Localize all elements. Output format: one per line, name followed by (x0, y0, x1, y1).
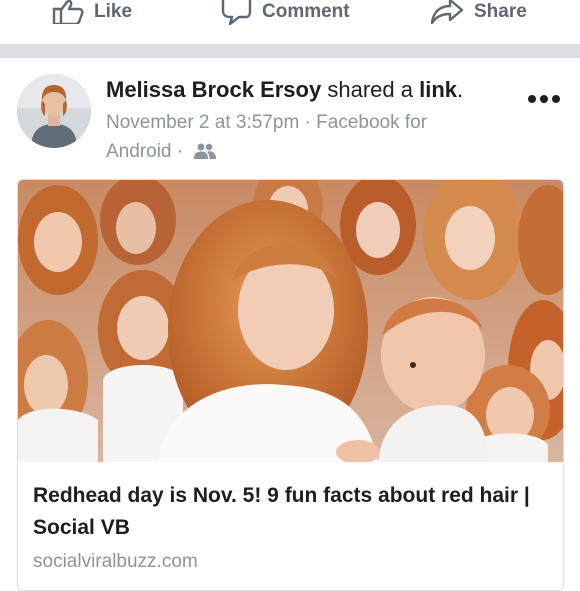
link-domain: socialviralbuzz.com (33, 551, 198, 572)
link-word[interactable]: link (419, 77, 457, 102)
action-text: shared a (327, 77, 413, 102)
like-label: Like (94, 1, 133, 22)
more-options-icon[interactable] (526, 91, 562, 103)
feed-divider (0, 44, 580, 58)
comment-bubble-icon (220, 0, 252, 25)
link-preview-image[interactable] (18, 180, 563, 464)
post-meta: November 2 at 3:57pm · Facebook for Andr… (106, 108, 486, 166)
comment-button[interactable]: Comment (220, 0, 350, 25)
post-header: Melissa Brock Ersoy shared a link. (106, 77, 464, 102)
share-arrow-icon (430, 0, 464, 24)
feed-post: Melissa Brock Ersoy shared a link. Novem… (0, 58, 580, 591)
avatar[interactable] (17, 74, 91, 148)
comment-label: Comment (262, 1, 350, 22)
link-title[interactable]: Redhead day is Nov. 5! 9 fun facts about… (33, 480, 548, 544)
thumbs-up-icon (52, 0, 84, 24)
meta-separator: · (304, 112, 311, 133)
author-name[interactable]: Melissa Brock Ersoy (106, 77, 321, 102)
like-button[interactable]: Like (52, 0, 132, 24)
post-action-bar: Like Comment Share (0, 0, 580, 44)
meta-separator-2: · (176, 141, 184, 162)
share-label: Share (474, 1, 527, 22)
friends-icon[interactable] (188, 141, 217, 162)
post-timestamp[interactable]: November 2 at 3:57pm (106, 112, 299, 133)
share-button[interactable]: Share (430, 0, 527, 24)
link-preview-card[interactable]: Redhead day is Nov. 5! 9 fun facts about… (17, 179, 564, 591)
